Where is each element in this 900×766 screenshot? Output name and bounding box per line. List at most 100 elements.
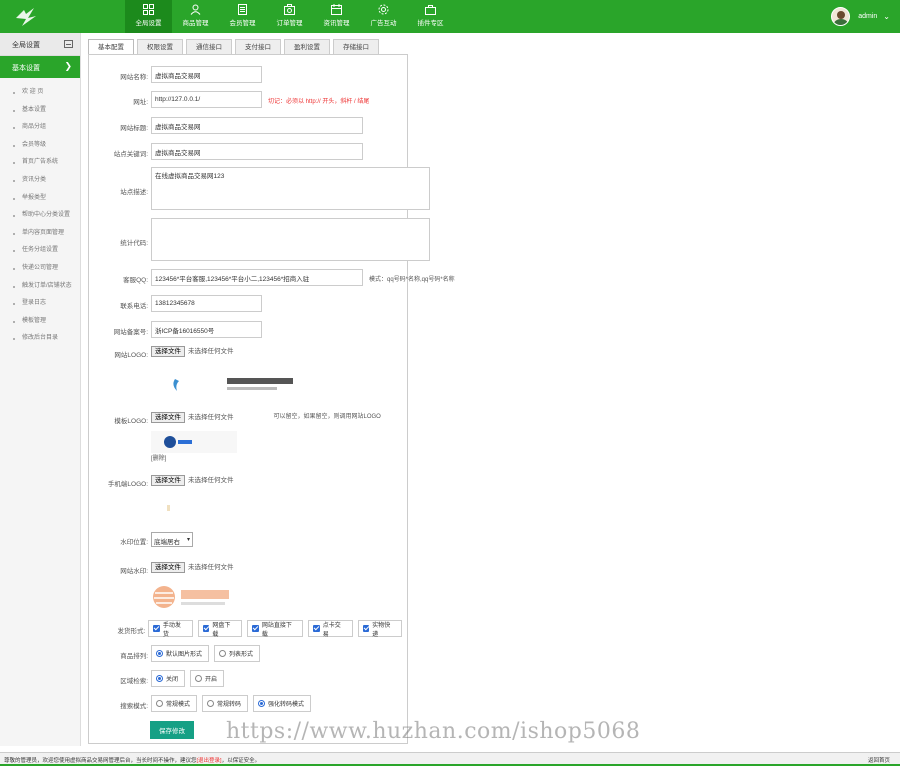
sidebar-item[interactable]: 触发订单/店铺状态 [0, 278, 80, 296]
option-label: 常规模式 [166, 702, 191, 708]
site-name-input[interactable] [151, 66, 262, 83]
tab-basic[interactable]: 基本配置 [88, 39, 134, 55]
template-logo-file-button[interactable]: 选择文件 [151, 412, 185, 423]
description-label: 站点描述: [120, 189, 148, 196]
nav-item-orders[interactable]: 订单管理 [266, 0, 313, 33]
radio-checked-icon [258, 700, 266, 707]
sidebar-item[interactable]: 任务分组设置 [0, 242, 80, 260]
description-textarea[interactable]: 在线虚拟商品交易网123 [151, 167, 430, 210]
avatar [831, 7, 851, 26]
sidebar-list: 欢 迎 页 基本设置 商品分组 会员等级 首页广告系统 资讯分类 举报类型 帮助… [0, 78, 80, 348]
option-label: 网站直接下载 [261, 622, 292, 638]
delivery-option[interactable]: 手动发货 [148, 620, 193, 638]
tab-permissions[interactable]: 权限设置 [137, 39, 183, 55]
nav-item-news[interactable]: 资讯管理 [313, 0, 360, 33]
qq-input[interactable] [151, 269, 363, 286]
nav-label: 广告互动 [370, 20, 397, 27]
option-label: 默认图片形式 [166, 652, 203, 658]
sidebar-item[interactable]: 举报类型 [0, 190, 80, 208]
sidebar-item[interactable]: 商品分组 [0, 119, 80, 137]
keywords-input[interactable] [151, 143, 363, 160]
logo-file-button[interactable]: 选择文件 [151, 346, 185, 357]
sidebar-item[interactable]: 欢 迎 页 [0, 84, 80, 102]
watermark-preview-image [153, 586, 229, 608]
nav-item-goods[interactable]: 商品管理 [172, 0, 219, 33]
option-label: 手动发货 [162, 622, 181, 638]
region-option[interactable]: 关闭 [151, 670, 186, 687]
watermark-position-select[interactable]: 底端居右 ▾ [151, 532, 193, 547]
phone-input[interactable] [151, 295, 262, 312]
template-logo-label: 模板LOGO: [114, 418, 148, 425]
row-layout: 商品排列: 默认图片形式 列表形式 [89, 645, 265, 662]
sidebar-item[interactable]: 模板管理 [0, 313, 80, 331]
tab-payment[interactable]: 支付接口 [235, 39, 281, 55]
delivery-option[interactable]: 网盘下载 [197, 620, 243, 638]
option-label: 常规转码 [217, 702, 242, 708]
sidebar-item[interactable]: 首页广告系统 [0, 154, 80, 172]
sidebar-item[interactable]: 修改后台目录 [0, 330, 80, 348]
delete-logo-link[interactable]: [删除] [151, 453, 166, 462]
icp-label: 网站备案号: [113, 329, 148, 336]
delivery-option[interactable]: 实物快递 [357, 620, 402, 638]
logo-preview-image [173, 378, 293, 391]
layout-option[interactable]: 默认图片形式 [151, 645, 210, 662]
back-home-link[interactable]: 返回首页 [868, 756, 890, 764]
option-label: 关闭 [166, 677, 179, 683]
row-url: 网址: 切记：必须以 http:// 开头，斜杆 / 结尾 [89, 91, 369, 108]
row-keywords: 站点关键词: [89, 143, 363, 160]
sidebar-item[interactable]: 帮助中心分类设置 [0, 207, 80, 225]
save-button[interactable]: 保存修改 [150, 721, 194, 739]
icp-input[interactable] [151, 321, 262, 338]
tab-communication[interactable]: 通信接口 [186, 39, 232, 55]
layout-option[interactable]: 列表形式 [214, 645, 261, 662]
template-logo-file-note: 未选择任何文件 [188, 414, 234, 421]
sidebar-item[interactable]: 登录日志 [0, 295, 80, 313]
radio-checked-icon [156, 650, 163, 657]
region-option[interactable]: 开启 [190, 670, 225, 687]
nav-item-ads[interactable]: 广告互动 [360, 0, 407, 33]
delivery-option[interactable]: 点卡交易 [308, 620, 353, 638]
chevron-down-icon: ▾ [186, 537, 190, 543]
nav-label: 插件专区 [417, 20, 444, 27]
user-menu[interactable]: admin ⌄ [831, 7, 890, 26]
sidebar-title: 全局设置 [12, 42, 40, 49]
site-watermark: https://www.huzhan.com/ishop5068 [226, 719, 641, 744]
row-icp: 网站备案号: [89, 321, 262, 338]
mobile-logo-preview-image [167, 505, 170, 511]
document-icon [238, 4, 247, 15]
stats-textarea[interactable] [151, 218, 430, 261]
sidebar-item-basic[interactable]: 基本设置 ❯ [0, 56, 80, 78]
username: admin [858, 13, 878, 20]
search-mode-option[interactable]: 强化转码模式 [253, 695, 312, 712]
sidebar-item[interactable]: 会员等级 [0, 137, 80, 155]
radio-icon [156, 700, 163, 707]
search-mode-option[interactable]: 常规转码 [202, 695, 249, 712]
nav-item-global[interactable]: 全局设置 [125, 0, 172, 33]
watermark-file-button[interactable]: 选择文件 [151, 562, 185, 573]
radio-checked-icon [156, 675, 163, 682]
delivery-option[interactable]: 网站直接下载 [247, 620, 304, 638]
radio-icon [207, 700, 215, 707]
radio-icon [195, 675, 203, 682]
tab-profit[interactable]: 盈利设置 [284, 39, 330, 55]
tab-storage[interactable]: 存储接口 [333, 39, 379, 55]
row-delivery: 发货形式: 手动发货 网盘下载 网站直接下载 点卡交易 实物快递 [89, 620, 407, 638]
mobile-logo-file-button[interactable]: 选择文件 [151, 475, 185, 486]
collapse-icon[interactable] [64, 40, 73, 48]
url-input[interactable] [151, 91, 262, 108]
site-name-label: 网站名称: [120, 74, 148, 81]
radio-icon [219, 650, 227, 657]
title-input[interactable] [151, 117, 363, 134]
search-mode-option[interactable]: 常规模式 [151, 695, 198, 712]
nav-item-plugins[interactable]: 插件专区 [407, 0, 454, 33]
sidebar-item[interactable]: 资讯分类 [0, 172, 80, 190]
sidebar-item[interactable]: 单内容页面管理 [0, 225, 80, 243]
row-site-name: 网站名称: [89, 66, 262, 83]
url-label: 网址: [133, 99, 148, 106]
watermark-label: 网站水印: [120, 568, 148, 575]
nav-item-members[interactable]: 会员管理 [219, 0, 266, 33]
sidebar-item[interactable]: 快递公司管理 [0, 260, 80, 278]
title-label: 网站标题: [120, 125, 148, 132]
chevron-down-icon: ⌄ [883, 12, 890, 21]
sidebar-item[interactable]: 基本设置 [0, 102, 80, 120]
